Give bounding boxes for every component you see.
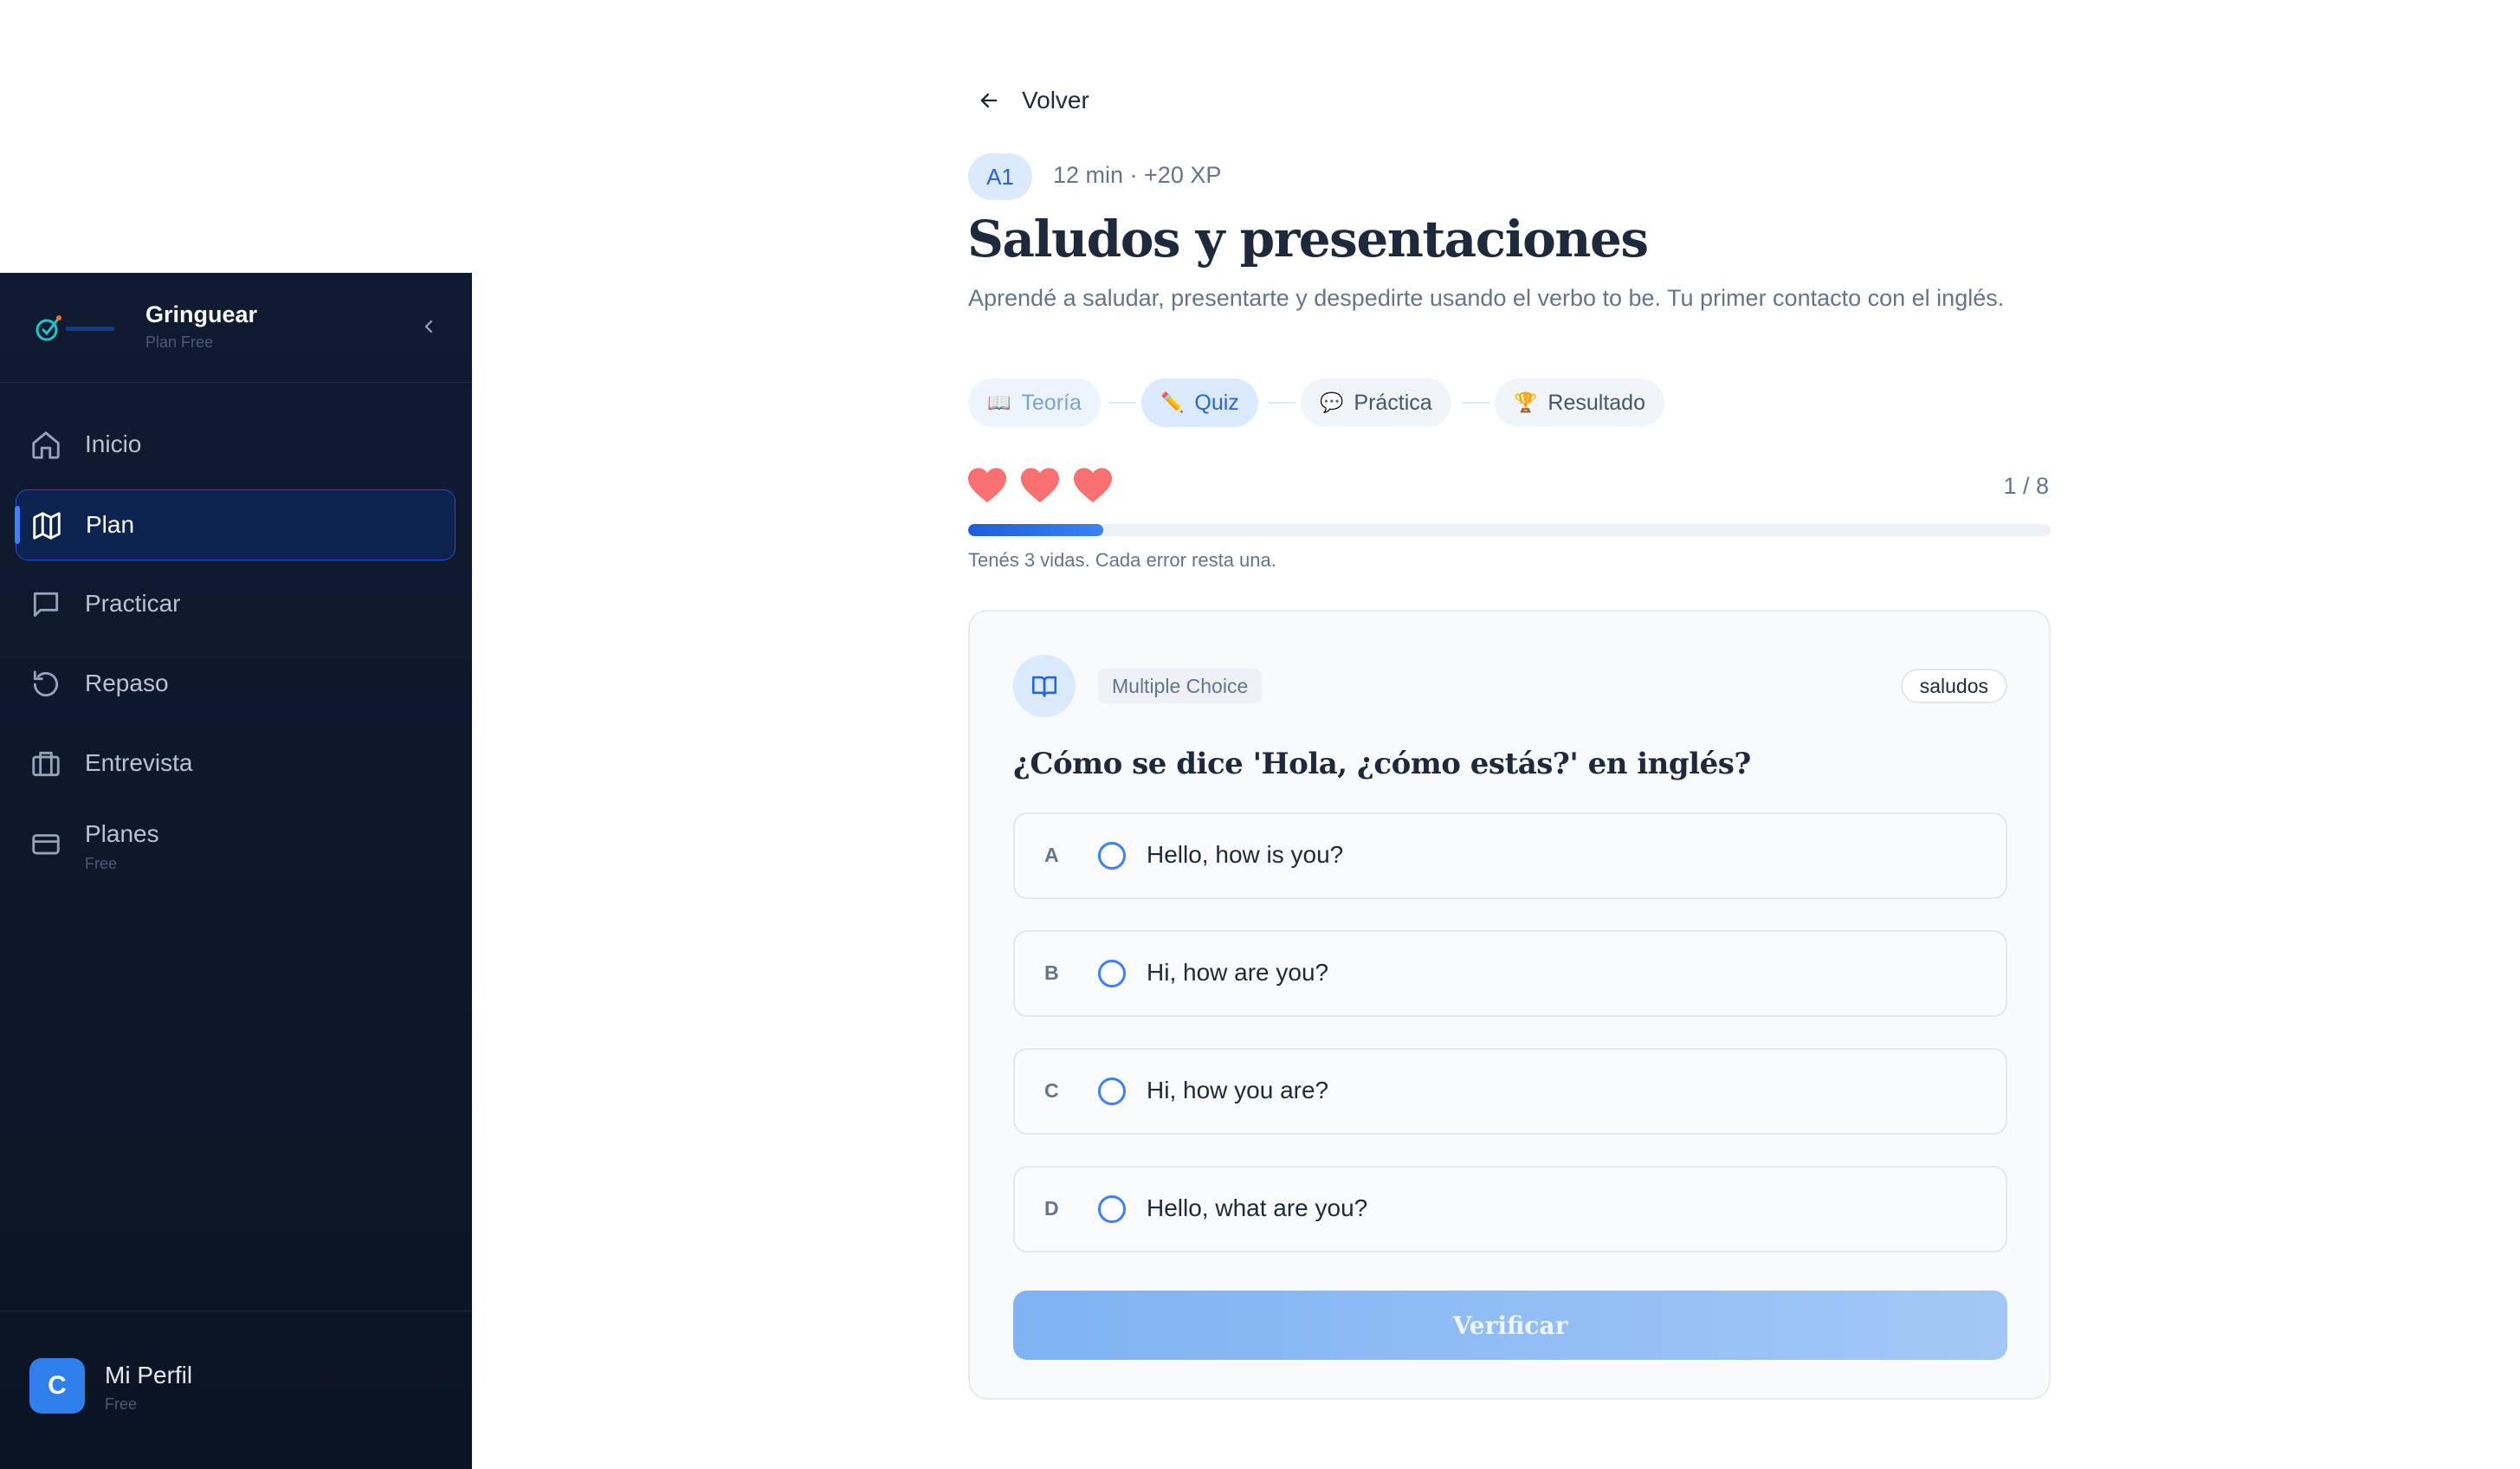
radio-button[interactable] bbox=[1098, 842, 1126, 870]
lesson-title: Saludos y presentaciones bbox=[967, 210, 1649, 269]
option-b[interactable]: B Hi, how are you? bbox=[1013, 930, 2007, 1017]
arrow-left-icon bbox=[980, 93, 998, 108]
profile-name[interactable]: Mi Perfil bbox=[105, 1362, 192, 1389]
avatar[interactable]: C bbox=[29, 1358, 85, 1414]
step-quiz[interactable]: ✏️ Quiz bbox=[1141, 379, 1258, 427]
option-a[interactable]: A Hello, how is you? bbox=[1013, 812, 2007, 899]
lesson-meta: 12 min · +20 XP bbox=[1053, 162, 1222, 188]
question-card: Multiple Choice saludos ¿Cómo se dice 'H… bbox=[968, 610, 2051, 1400]
credit-card-icon bbox=[32, 834, 60, 855]
option-text: Hello, what are you? bbox=[1147, 1194, 1368, 1221]
option-c[interactable]: C Hi, how you are? bbox=[1013, 1048, 2007, 1135]
radio-button[interactable] bbox=[1098, 1195, 1126, 1223]
chevron-left-icon bbox=[424, 320, 433, 333]
heart-icon bbox=[1021, 468, 1059, 502]
speech-bubble-icon: 💬 bbox=[1320, 392, 1344, 413]
step-resultado[interactable]: 🏆 Resultado bbox=[1495, 379, 1664, 427]
sidebar-item-label: Plan bbox=[86, 511, 135, 538]
sidebar-brand: Gringuear Plan Free bbox=[0, 273, 472, 383]
home-icon bbox=[32, 431, 60, 459]
option-letter: A bbox=[1044, 844, 1059, 866]
step-label: Resultado bbox=[1548, 390, 1645, 415]
book-icon: 📖 bbox=[987, 392, 1011, 413]
sidebar-item-label: Repaso bbox=[85, 670, 169, 696]
step-connector bbox=[1462, 402, 1489, 404]
brand-name: Gringuear bbox=[145, 301, 258, 327]
radio-button[interactable] bbox=[1098, 1077, 1126, 1105]
sidebar-item-label: Practicar bbox=[85, 590, 181, 617]
trophy-icon: 🏆 bbox=[1514, 392, 1538, 413]
heart-icon bbox=[968, 468, 1006, 502]
pencil-icon: ✏️ bbox=[1160, 392, 1185, 413]
back-button[interactable]: Volver bbox=[977, 83, 1089, 118]
sidebar-item-repaso[interactable]: Repaso bbox=[16, 649, 456, 720]
brand-plan: Plan Free bbox=[145, 333, 214, 351]
briefcase-icon bbox=[32, 751, 60, 777]
sidebar-item-sublabel: Free bbox=[85, 855, 118, 872]
verify-button[interactable]: Verificar bbox=[1013, 1291, 2007, 1360]
back-label: Volver bbox=[1022, 87, 1089, 113]
option-letter: D bbox=[1044, 1197, 1059, 1220]
chat-icon bbox=[33, 592, 59, 618]
radio-button[interactable] bbox=[1098, 960, 1126, 987]
step-connector bbox=[1108, 402, 1136, 404]
profile-divider bbox=[0, 1310, 472, 1311]
quiz-progress-fill bbox=[968, 524, 1104, 536]
question-text: ¿Cómo se dice 'Hola, ¿cómo estás?' en in… bbox=[1013, 747, 1751, 781]
question-type-badge: Multiple Choice bbox=[1098, 669, 1263, 703]
option-d[interactable]: D Hello, what are you? bbox=[1013, 1166, 2007, 1252]
option-text: Hi, how you are? bbox=[1147, 1077, 1329, 1103]
option-text: Hello, how is you? bbox=[1147, 841, 1344, 868]
sidebar-item-inicio[interactable]: Inicio bbox=[16, 410, 456, 481]
step-label: Práctica bbox=[1354, 390, 1432, 415]
level-badge: A1 bbox=[968, 153, 1032, 200]
step-practica[interactable]: 💬 Práctica bbox=[1301, 379, 1451, 427]
step-connector bbox=[1268, 402, 1296, 404]
step-label: Teoría bbox=[1021, 390, 1082, 415]
active-indicator bbox=[15, 506, 20, 544]
quiz-progress-bar bbox=[968, 524, 2051, 536]
profile-plan: Free bbox=[105, 1395, 138, 1413]
sidebar-item-planes[interactable]: Planes Free bbox=[16, 808, 456, 879]
refresh-icon bbox=[33, 670, 59, 697]
sidebar-item-label: Entrevista bbox=[85, 749, 193, 776]
brand-logo[interactable] bbox=[29, 311, 120, 346]
step-teoria[interactable]: 📖 Teoría bbox=[968, 379, 1101, 427]
collapse-sidebar-button[interactable] bbox=[414, 312, 443, 341]
lives-hearts bbox=[966, 466, 1114, 504]
sidebar-item-plan[interactable]: Plan bbox=[15, 489, 456, 560]
option-letter: B bbox=[1044, 961, 1059, 984]
sidebar-item-label: Inicio bbox=[85, 430, 142, 457]
step-label: Quiz bbox=[1194, 390, 1239, 415]
lesson-description: Aprendé a saludar, presentarte y despedi… bbox=[968, 285, 2005, 311]
open-book-icon bbox=[1013, 655, 1076, 717]
question-counter: 1 / 8 bbox=[2003, 473, 2049, 499]
sidebar-item-label: Planes bbox=[85, 820, 159, 847]
map-icon bbox=[33, 512, 61, 540]
option-text: Hi, how are you? bbox=[1147, 959, 1329, 986]
heart-icon bbox=[1074, 468, 1112, 502]
sidebar: Gringuear Plan Free Inicio Plan Practica… bbox=[0, 273, 472, 1469]
lives-hint: Tenés 3 vidas. Cada error resta una. bbox=[968, 549, 1276, 571]
sidebar-item-practicar[interactable]: Practicar bbox=[16, 569, 456, 640]
sidebar-item-entrevista[interactable]: Entrevista bbox=[16, 728, 456, 799]
topic-tag: saludos bbox=[1900, 669, 2007, 703]
option-letter: C bbox=[1044, 1079, 1059, 1102]
